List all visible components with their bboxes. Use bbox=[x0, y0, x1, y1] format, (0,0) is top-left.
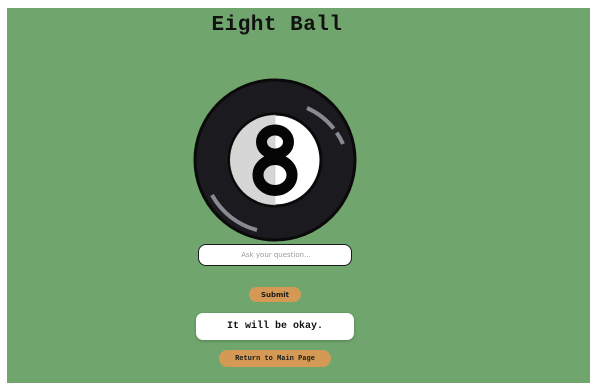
answer-display: It will be okay. bbox=[196, 313, 354, 340]
return-to-main-page-button[interactable]: Return to Main Page bbox=[219, 350, 331, 367]
submit-button[interactable]: Submit bbox=[249, 287, 301, 302]
page-title: Eight Ball bbox=[211, 14, 343, 37]
eight-ball-page: Eight Ball Submit It wi bbox=[7, 8, 590, 383]
eight-ball-graphic bbox=[193, 78, 357, 242]
eight-ball bbox=[193, 78, 357, 242]
answer-text: It will be okay. bbox=[226, 321, 323, 332]
question-input[interactable] bbox=[198, 244, 352, 266]
